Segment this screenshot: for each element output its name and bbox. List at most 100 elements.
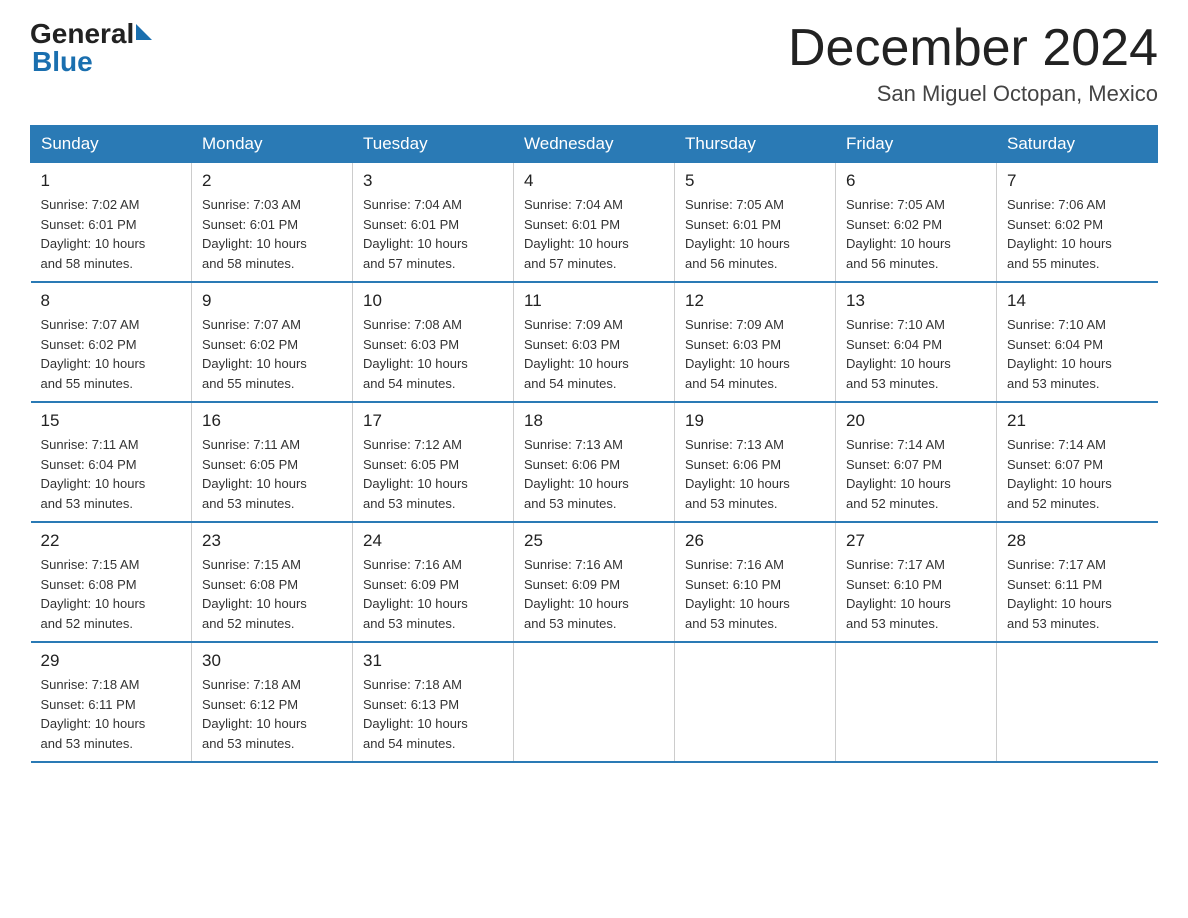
day-cell: 14Sunrise: 7:10 AMSunset: 6:04 PMDayligh… xyxy=(997,282,1158,402)
day-cell xyxy=(514,642,675,762)
logo: General Blue xyxy=(30,20,152,76)
day-cell: 29 Sunrise: 7:18 AMSunset: 6:11 PMDayligh… xyxy=(31,642,192,762)
day-number: 9 xyxy=(202,291,342,311)
day-info: Sunrise: 7:08 AMSunset: 6:03 PMDaylight:… xyxy=(363,315,503,393)
day-info: Sunrise: 7:16 AMSunset: 6:10 PMDaylight:… xyxy=(685,555,825,633)
day-cell: 2Sunrise: 7:03 AMSunset: 6:01 PMDaylight… xyxy=(192,163,353,283)
day-cell: 20 Sunrise: 7:14 AMSunset: 6:07 PMDayligh… xyxy=(836,402,997,522)
day-cell: 6 Sunrise: 7:05 AMSunset: 6:02 PMDaylight… xyxy=(836,163,997,283)
day-info: Sunrise: 7:09 AMSunset: 6:03 PMDaylight:… xyxy=(524,315,664,393)
week-row-5: 29 Sunrise: 7:18 AMSunset: 6:11 PMDayligh… xyxy=(31,642,1158,762)
day-cell: 18 Sunrise: 7:13 AMSunset: 6:06 PMDayligh… xyxy=(514,402,675,522)
day-number: 7 xyxy=(1007,171,1148,191)
day-number: 26 xyxy=(685,531,825,551)
day-info: Sunrise: 7:18 AMSunset: 6:11 PMDaylight:… xyxy=(41,675,182,753)
day-cell: 22Sunrise: 7:15 AMSunset: 6:08 PMDayligh… xyxy=(31,522,192,642)
day-number: 24 xyxy=(363,531,503,551)
day-info: Sunrise: 7:03 AMSunset: 6:01 PMDaylight:… xyxy=(202,195,342,273)
day-number: 17 xyxy=(363,411,503,431)
month-title: December 2024 xyxy=(788,20,1158,77)
day-number: 31 xyxy=(363,651,503,671)
day-info: Sunrise: 7:13 AMSunset: 6:06 PMDaylight:… xyxy=(524,435,664,513)
day-info: Sunrise: 7:07 AMSunset: 6:02 PMDaylight:… xyxy=(202,315,342,393)
logo-general-text: General xyxy=(30,20,134,48)
day-info: Sunrise: 7:14 AMSunset: 6:07 PMDaylight:… xyxy=(846,435,986,513)
day-info: Sunrise: 7:12 AMSunset: 6:05 PMDaylight:… xyxy=(363,435,503,513)
day-number: 21 xyxy=(1007,411,1148,431)
day-cell: 8 Sunrise: 7:07 AMSunset: 6:02 PMDaylight… xyxy=(31,282,192,402)
day-info: Sunrise: 7:06 AMSunset: 6:02 PMDaylight:… xyxy=(1007,195,1148,273)
day-info: Sunrise: 7:07 AMSunset: 6:02 PMDaylight:… xyxy=(41,315,182,393)
location-title: San Miguel Octopan, Mexico xyxy=(788,81,1158,107)
day-cell: 26 Sunrise: 7:16 AMSunset: 6:10 PMDayligh… xyxy=(675,522,836,642)
day-number: 6 xyxy=(846,171,986,191)
header-cell-friday: Friday xyxy=(836,126,997,163)
day-number: 3 xyxy=(363,171,503,191)
day-cell: 15Sunrise: 7:11 AMSunset: 6:04 PMDayligh… xyxy=(31,402,192,522)
day-cell: 7 Sunrise: 7:06 AMSunset: 6:02 PMDaylight… xyxy=(997,163,1158,283)
header-cell-sunday: Sunday xyxy=(31,126,192,163)
day-number: 14 xyxy=(1007,291,1148,311)
day-cell: 3 Sunrise: 7:04 AMSunset: 6:01 PMDaylight… xyxy=(353,163,514,283)
day-info: Sunrise: 7:17 AMSunset: 6:11 PMDaylight:… xyxy=(1007,555,1148,633)
day-cell xyxy=(836,642,997,762)
day-cell: 12Sunrise: 7:09 AMSunset: 6:03 PMDayligh… xyxy=(675,282,836,402)
day-info: Sunrise: 7:14 AMSunset: 6:07 PMDaylight:… xyxy=(1007,435,1148,513)
day-info: Sunrise: 7:02 AMSunset: 6:01 PMDaylight:… xyxy=(41,195,182,273)
logo-arrow-icon xyxy=(136,24,152,40)
header-cell-thursday: Thursday xyxy=(675,126,836,163)
day-cell xyxy=(997,642,1158,762)
day-info: Sunrise: 7:09 AMSunset: 6:03 PMDaylight:… xyxy=(685,315,825,393)
day-cell: 11Sunrise: 7:09 AMSunset: 6:03 PMDayligh… xyxy=(514,282,675,402)
day-info: Sunrise: 7:13 AMSunset: 6:06 PMDaylight:… xyxy=(685,435,825,513)
day-number: 8 xyxy=(41,291,182,311)
day-number: 28 xyxy=(1007,531,1148,551)
title-block: December 2024 San Miguel Octopan, Mexico xyxy=(788,20,1158,107)
day-cell: 24 Sunrise: 7:16 AMSunset: 6:09 PMDayligh… xyxy=(353,522,514,642)
day-info: Sunrise: 7:15 AMSunset: 6:08 PMDaylight:… xyxy=(41,555,182,633)
week-row-4: 22Sunrise: 7:15 AMSunset: 6:08 PMDayligh… xyxy=(31,522,1158,642)
day-number: 16 xyxy=(202,411,342,431)
day-info: Sunrise: 7:05 AMSunset: 6:02 PMDaylight:… xyxy=(846,195,986,273)
day-cell: 30 Sunrise: 7:18 AMSunset: 6:12 PMDayligh… xyxy=(192,642,353,762)
day-number: 27 xyxy=(846,531,986,551)
header-row: SundayMondayTuesdayWednesdayThursdayFrid… xyxy=(31,126,1158,163)
day-cell: 25Sunrise: 7:16 AMSunset: 6:09 PMDayligh… xyxy=(514,522,675,642)
day-cell xyxy=(675,642,836,762)
day-number: 15 xyxy=(41,411,182,431)
page-header: General Blue December 2024 San Miguel Oc… xyxy=(30,20,1158,107)
day-number: 4 xyxy=(524,171,664,191)
day-number: 20 xyxy=(846,411,986,431)
day-cell: 23 Sunrise: 7:15 AMSunset: 6:08 PMDayligh… xyxy=(192,522,353,642)
day-info: Sunrise: 7:15 AMSunset: 6:08 PMDaylight:… xyxy=(202,555,342,633)
day-number: 29 xyxy=(41,651,182,671)
day-number: 23 xyxy=(202,531,342,551)
day-number: 10 xyxy=(363,291,503,311)
day-cell: 5 Sunrise: 7:05 AMSunset: 6:01 PMDaylight… xyxy=(675,163,836,283)
day-info: Sunrise: 7:11 AMSunset: 6:05 PMDaylight:… xyxy=(202,435,342,513)
day-cell: 17 Sunrise: 7:12 AMSunset: 6:05 PMDayligh… xyxy=(353,402,514,522)
day-info: Sunrise: 7:17 AMSunset: 6:10 PMDaylight:… xyxy=(846,555,986,633)
day-number: 5 xyxy=(685,171,825,191)
day-info: Sunrise: 7:05 AMSunset: 6:01 PMDaylight:… xyxy=(685,195,825,273)
day-info: Sunrise: 7:16 AMSunset: 6:09 PMDaylight:… xyxy=(363,555,503,633)
week-row-2: 8 Sunrise: 7:07 AMSunset: 6:02 PMDaylight… xyxy=(31,282,1158,402)
day-info: Sunrise: 7:04 AMSunset: 6:01 PMDaylight:… xyxy=(363,195,503,273)
calendar-header: SundayMondayTuesdayWednesdayThursdayFrid… xyxy=(31,126,1158,163)
day-cell: 28 Sunrise: 7:17 AMSunset: 6:11 PMDayligh… xyxy=(997,522,1158,642)
header-cell-saturday: Saturday xyxy=(997,126,1158,163)
day-cell: 27 Sunrise: 7:17 AMSunset: 6:10 PMDayligh… xyxy=(836,522,997,642)
calendar-body: 1 Sunrise: 7:02 AMSunset: 6:01 PMDaylight… xyxy=(31,163,1158,763)
day-number: 19 xyxy=(685,411,825,431)
day-number: 13 xyxy=(846,291,986,311)
day-number: 30 xyxy=(202,651,342,671)
day-info: Sunrise: 7:16 AMSunset: 6:09 PMDaylight:… xyxy=(524,555,664,633)
day-info: Sunrise: 7:18 AMSunset: 6:12 PMDaylight:… xyxy=(202,675,342,753)
day-number: 18 xyxy=(524,411,664,431)
day-number: 1 xyxy=(41,171,182,191)
week-row-1: 1 Sunrise: 7:02 AMSunset: 6:01 PMDaylight… xyxy=(31,163,1158,283)
day-cell: 19 Sunrise: 7:13 AMSunset: 6:06 PMDayligh… xyxy=(675,402,836,522)
header-cell-tuesday: Tuesday xyxy=(353,126,514,163)
logo-blue-text: Blue xyxy=(32,48,93,76)
header-cell-wednesday: Wednesday xyxy=(514,126,675,163)
